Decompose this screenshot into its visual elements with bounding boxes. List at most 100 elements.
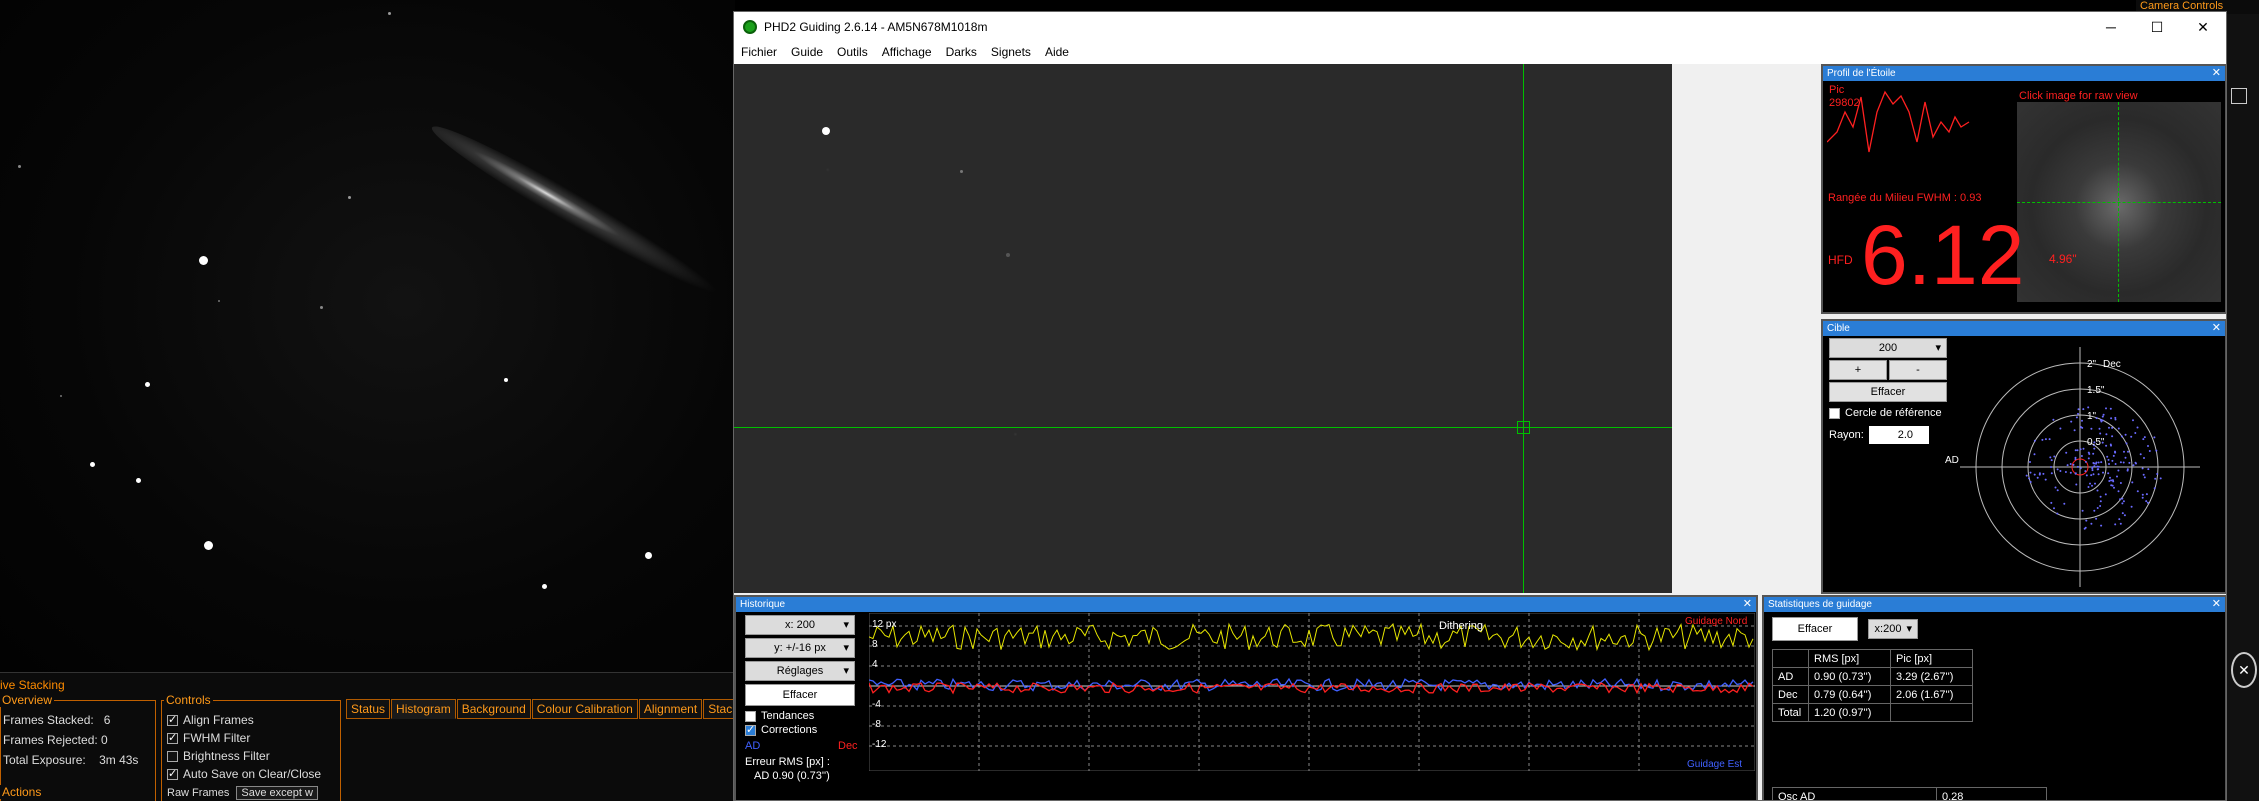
maximize-button[interactable]: ☐ xyxy=(2134,16,2180,38)
trends-checkbox[interactable]: Tendances xyxy=(745,710,814,722)
target-plot[interactable]: 2" 1.5" 1" 0.5" Dec AD xyxy=(1935,337,2225,592)
target-point xyxy=(2108,463,2110,465)
align-frames-checkbox[interactable]: Align Frames xyxy=(167,713,254,727)
y-tick-8: 8 xyxy=(872,639,878,650)
menu-affichage[interactable]: Affichage xyxy=(875,42,939,64)
target-point xyxy=(2048,438,2051,441)
target-point xyxy=(2082,408,2085,411)
settings-select[interactable]: Réglages xyxy=(745,661,855,681)
target-point xyxy=(2121,502,2124,505)
zoom-crosshair-h xyxy=(2017,202,2221,203)
target-point xyxy=(2156,473,2159,475)
target-point xyxy=(2097,468,2100,471)
zoom-in-button[interactable]: + xyxy=(1829,360,1887,380)
stats-clear-button[interactable]: Effacer xyxy=(1772,617,1858,641)
stats-scale-select[interactable]: x:200 xyxy=(1868,619,1918,639)
guide-star xyxy=(822,127,830,135)
camera-frame xyxy=(734,64,1672,593)
target-scale-select[interactable]: 200 xyxy=(1829,338,1947,358)
target-point xyxy=(2077,408,2080,411)
target-point xyxy=(2110,444,2112,447)
total-exposure-value: 3m 43s xyxy=(99,753,139,767)
target-clear-button[interactable]: Effacer xyxy=(1829,382,1947,402)
tab-stacking[interactable]: Stac xyxy=(703,699,735,719)
close-button[interactable]: ✕ xyxy=(2180,16,2226,38)
close-icon[interactable]: ✕ xyxy=(2212,66,2221,81)
target-point xyxy=(2092,473,2095,476)
target-point xyxy=(2114,463,2117,465)
menu-outils[interactable]: Outils xyxy=(830,42,875,64)
target-point xyxy=(2099,500,2102,503)
target-point xyxy=(2042,472,2045,475)
peak-value: 29802 xyxy=(1829,97,1860,109)
fwhm-filter-checkbox[interactable]: FWHM Filter xyxy=(167,731,250,745)
target-point xyxy=(2080,455,2083,457)
target-point xyxy=(2033,439,2036,442)
target-point xyxy=(2072,463,2075,466)
radius-input[interactable]: 2.0 xyxy=(1869,426,1929,444)
target-point xyxy=(2108,480,2111,482)
phd2-window: PHD2 Guiding 2.6.14 - AM5N678M1018m ─ ☐ … xyxy=(733,11,2227,801)
tab-alignment[interactable]: Alignment xyxy=(638,699,703,719)
mid-row-fwhm: Rangée du Milieu FWHM : 0.93 xyxy=(1828,192,1982,204)
y-scale-select[interactable]: y: +/-16 px xyxy=(745,638,855,658)
reference-circle-checkbox[interactable]: Cercle de référence xyxy=(1829,407,1942,419)
auto-save-checkbox[interactable]: Auto Save on Clear/Close xyxy=(167,767,321,781)
target-point xyxy=(2053,455,2056,458)
menu-darks[interactable]: Darks xyxy=(939,42,984,64)
target-pane: Cible ✕ 200 + - Effacer Cercle de référe… xyxy=(1821,319,2226,594)
corrections-checkbox[interactable]: Corrections xyxy=(745,723,817,736)
tab-background[interactable]: Background xyxy=(456,699,531,719)
target-point xyxy=(2125,442,2128,445)
menu-aide[interactable]: Aide xyxy=(1038,42,1076,64)
target-point xyxy=(2044,478,2047,481)
target-point xyxy=(2094,482,2096,485)
target-point xyxy=(2090,474,2093,477)
x-scale-select[interactable]: x: 200 xyxy=(745,615,855,635)
menu-signets[interactable]: Signets xyxy=(984,42,1038,64)
stacked-image-view[interactable] xyxy=(0,0,735,672)
history-clear-button[interactable]: Effacer xyxy=(745,684,855,706)
target-point xyxy=(2116,475,2118,478)
target-point xyxy=(2087,486,2090,488)
rms-error-value: AD 0.90 (0.73'') xyxy=(754,770,830,782)
history-graph[interactable]: 12 px 8 4 -4 -8 -12 Dithering Guidage No… xyxy=(869,613,1755,771)
close-icon[interactable]: ✕ xyxy=(1743,597,1752,612)
table-row: Osc AD 0.28 xyxy=(1772,787,2047,800)
target-point xyxy=(2119,482,2122,484)
close-icon[interactable]: ✕ xyxy=(2212,321,2221,336)
target-point xyxy=(2120,435,2123,438)
y-tick-4: 4 xyxy=(872,659,878,670)
star-zoom-image[interactable] xyxy=(2017,102,2221,302)
target-point xyxy=(2079,467,2082,470)
target-point xyxy=(2084,470,2087,473)
menu-fichier[interactable]: Fichier xyxy=(734,42,784,64)
star xyxy=(388,12,391,15)
close-circle-icon[interactable]: ✕ xyxy=(2231,652,2257,688)
brightness-filter-checkbox[interactable]: Brightness Filter xyxy=(167,749,270,763)
tab-colour-calibration[interactable]: Colour Calibration xyxy=(531,699,638,719)
target-point xyxy=(2107,472,2110,475)
guide-camera-view[interactable] xyxy=(734,64,1672,593)
live-stacking-app: ive Stacking Overview Frames Stacked: 6 … xyxy=(0,0,735,801)
target-point xyxy=(2113,486,2115,489)
panel-icon[interactable] xyxy=(2231,88,2247,104)
star-profile-pane: Profil de l'Étoile ✕ Pic 29802 Click ima… xyxy=(1821,64,2226,314)
target-point xyxy=(2143,457,2145,459)
tab-histogram[interactable]: Histogram xyxy=(391,699,456,719)
total-exposure-label: Total Exposure: xyxy=(3,753,86,767)
title-bar[interactable]: PHD2 Guiding 2.6.14 - AM5N678M1018m ─ ☐ … xyxy=(734,12,2226,42)
close-icon[interactable]: ✕ xyxy=(2212,597,2221,612)
table-header-row: RMS [px] Pic [px] xyxy=(1772,649,1973,668)
target-point xyxy=(2070,420,2073,423)
raw-frames-select[interactable]: Save except w xyxy=(236,786,318,800)
menu-guide[interactable]: Guide xyxy=(784,42,830,64)
right-app-strip: ✕ xyxy=(2227,0,2259,801)
target-point xyxy=(2085,474,2088,477)
target-point xyxy=(2065,451,2068,454)
target-point xyxy=(2104,493,2107,496)
target-point xyxy=(2136,490,2139,493)
overview-label: Overview xyxy=(0,693,55,707)
minimize-button[interactable]: ─ xyxy=(2088,16,2134,38)
tab-status[interactable]: Status xyxy=(346,699,391,719)
